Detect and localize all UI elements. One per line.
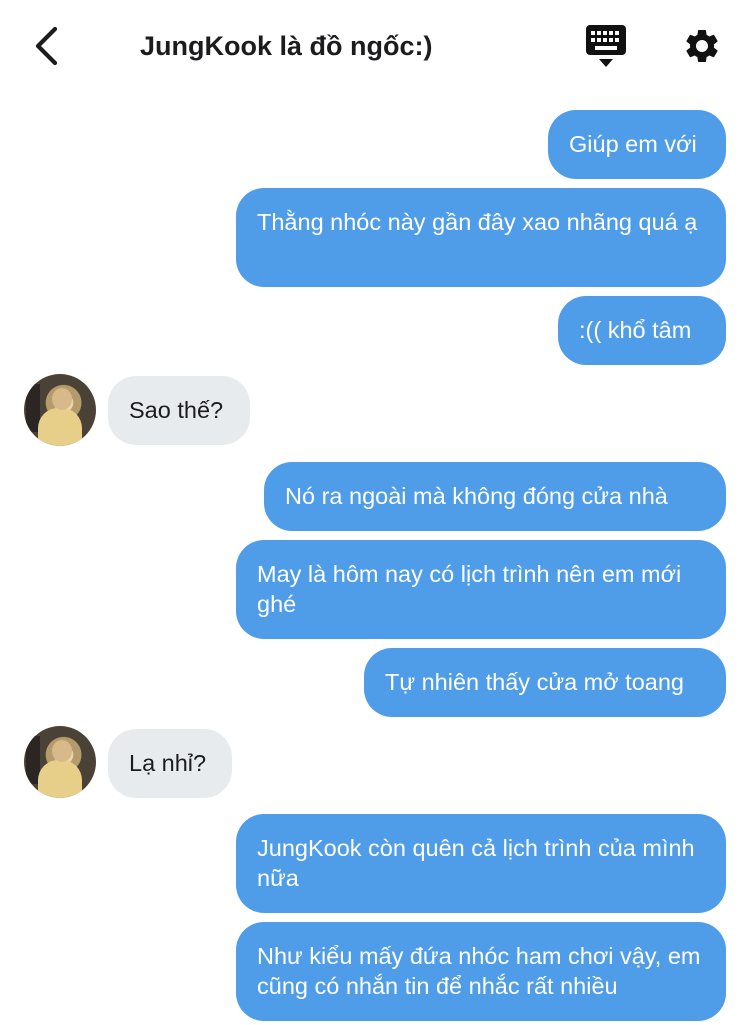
outgoing-message[interactable]: Giúp em với bbox=[548, 110, 726, 179]
incoming-message[interactable]: Lạ nhỉ? bbox=[108, 729, 232, 798]
keyboard-button[interactable] bbox=[583, 24, 629, 70]
chat-screen: JungKook là đồ ngốc:) Giúp em với Thằng … bbox=[0, 0, 750, 1025]
avatar-figure bbox=[38, 408, 82, 446]
keyboard-icon bbox=[586, 25, 626, 67]
settings-button[interactable] bbox=[680, 24, 724, 68]
contact-avatar[interactable] bbox=[24, 726, 96, 798]
chevron-left-icon bbox=[35, 26, 58, 66]
chat-header: JungKook là đồ ngốc:) bbox=[0, 0, 750, 92]
avatar-figure bbox=[38, 760, 82, 798]
chat-title: JungKook là đồ ngốc:) bbox=[140, 31, 433, 61]
incoming-message[interactable]: Sao thế? bbox=[108, 376, 250, 445]
contact-avatar[interactable] bbox=[24, 374, 96, 446]
outgoing-message[interactable]: Tự nhiên thấy cửa mở toang bbox=[364, 648, 726, 717]
outgoing-message[interactable]: May là hôm nay có lịch trình nên em mới … bbox=[236, 540, 726, 639]
back-button[interactable] bbox=[24, 22, 68, 70]
gear-icon bbox=[686, 29, 718, 62]
outgoing-message[interactable]: Nó ra ngoài mà không đóng cửa nhà bbox=[264, 462, 726, 531]
avatar-face bbox=[52, 388, 72, 410]
outgoing-message[interactable]: :(( khổ tâm bbox=[558, 296, 726, 365]
avatar-face bbox=[52, 740, 72, 762]
outgoing-message[interactable]: JungKook còn quên cả lịch trình của mình… bbox=[236, 814, 726, 913]
outgoing-message[interactable]: Như kiểu mấy đứa nhóc ham chơi vậy, em c… bbox=[236, 922, 726, 1021]
outgoing-message[interactable]: Thằng nhóc này gần đây xao nhãng quá ạ bbox=[236, 188, 726, 287]
